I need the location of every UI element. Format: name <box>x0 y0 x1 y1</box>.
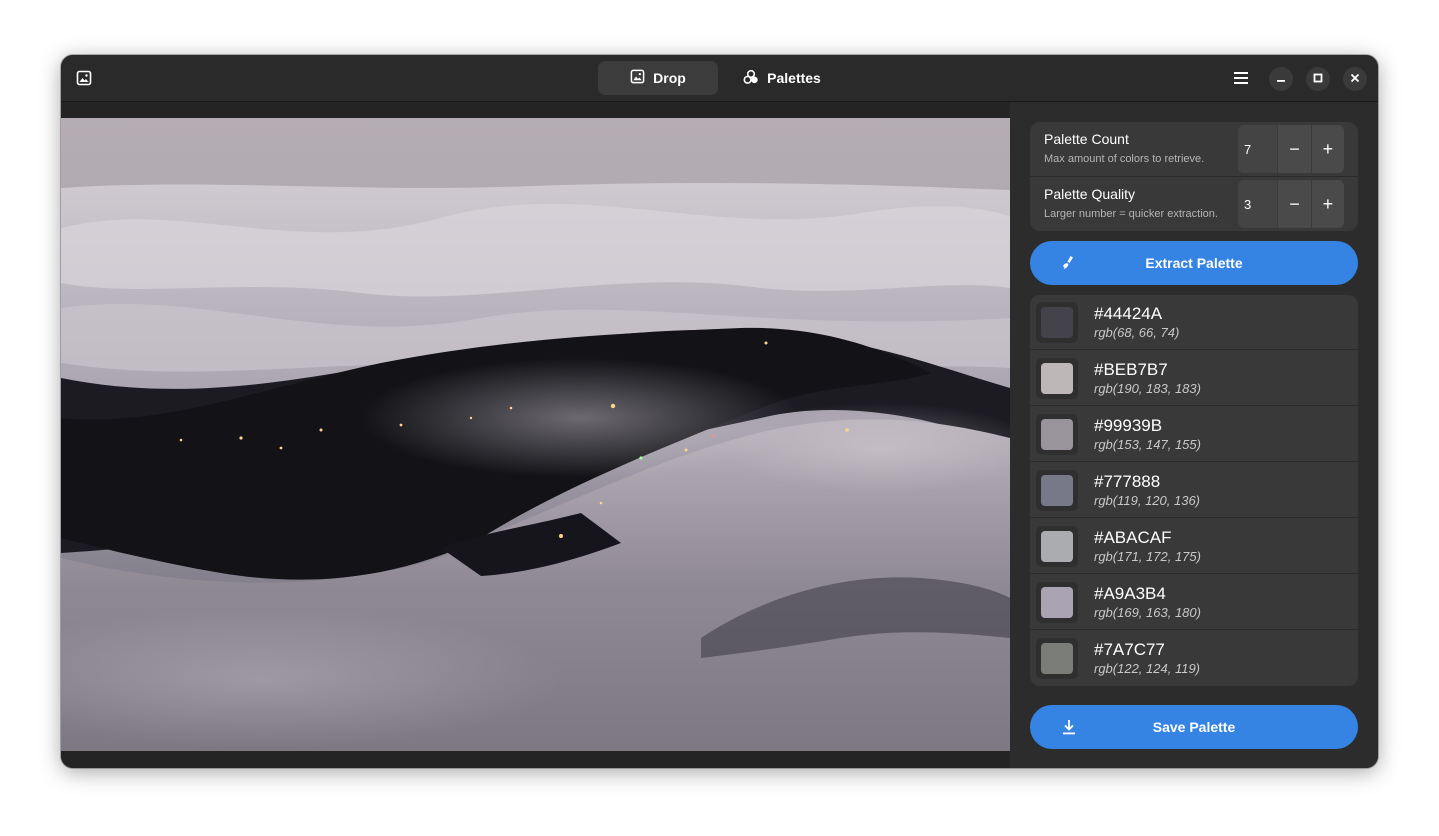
tab-drop[interactable]: Drop <box>598 61 718 95</box>
fog-landscape-image <box>61 118 1010 751</box>
palette-sidebar: Palette Count Max amount of colors to re… <box>1010 102 1378 768</box>
extract-palette-button[interactable]: Extract Palette <box>1030 241 1358 285</box>
color-row[interactable]: #99939B rgb(153, 147, 155) <box>1030 407 1358 462</box>
palette-quality-decrease-button[interactable]: − <box>1277 180 1311 228</box>
color-hex: #ABACAF <box>1094 528 1172 547</box>
color-swatch <box>1041 363 1073 394</box>
tab-drop-label: Drop <box>653 70 686 86</box>
color-list: #44424A rgb(68, 66, 74) #BEB7B7 rgb(190,… <box>1030 295 1358 686</box>
color-row[interactable]: #A9A3B4 rgb(169, 163, 180) <box>1030 575 1358 630</box>
palette-count-input[interactable]: 7 <box>1238 125 1278 173</box>
swatch-frame <box>1036 302 1078 343</box>
main-content: Palette Count Max amount of colors to re… <box>61 102 1378 768</box>
swatch-frame <box>1036 526 1078 567</box>
palette-count-spinner: 7 − + <box>1238 125 1344 173</box>
swatch-frame <box>1036 582 1078 623</box>
color-hex: #44424A <box>1094 304 1163 323</box>
color-hex: #BEB7B7 <box>1094 360 1168 379</box>
palette-count-title: Palette Count <box>1044 131 1129 147</box>
palette-icon <box>743 69 759 88</box>
palette-quality-subtitle: Larger number = quicker extraction. <box>1044 208 1218 220</box>
color-row[interactable]: #777888 rgb(119, 120, 136) <box>1030 463 1358 518</box>
palette-count-increase-button[interactable]: + <box>1310 125 1344 173</box>
color-rgb: rgb(122, 124, 119) <box>1094 661 1200 676</box>
color-hex: #A9A3B4 <box>1094 584 1166 603</box>
color-rgb: rgb(169, 163, 180) <box>1094 605 1201 620</box>
palette-count-row: Palette Count Max amount of colors to re… <box>1030 122 1358 177</box>
color-row[interactable]: #ABACAF rgb(171, 172, 175) <box>1030 519 1358 574</box>
extract-palette-label: Extract Palette <box>1145 255 1243 271</box>
minus-icon: − <box>1289 138 1300 159</box>
save-palette-label: Save Palette <box>1152 719 1236 735</box>
swatch-frame <box>1036 638 1078 679</box>
plus-icon: + <box>1322 138 1334 159</box>
color-rgb: rgb(119, 120, 136) <box>1094 493 1200 508</box>
minimize-button[interactable] <box>1269 67 1293 91</box>
app-window: Drop Palettes Palette Count Max amount o… <box>61 55 1378 768</box>
swatch-frame <box>1036 470 1078 511</box>
palette-count-decrease-button[interactable]: − <box>1277 125 1311 173</box>
brush-icon <box>1060 254 1078 272</box>
maximize-button[interactable] <box>1306 67 1330 91</box>
tab-palettes-label: Palettes <box>767 70 821 86</box>
color-swatch <box>1041 307 1073 338</box>
image-icon[interactable] <box>69 63 99 93</box>
minus-icon: − <box>1289 193 1300 214</box>
color-hex: #777888 <box>1094 472 1161 491</box>
color-rgb: rgb(153, 147, 155) <box>1094 437 1201 452</box>
tab-palettes[interactable]: Palettes <box>722 61 842 95</box>
color-row[interactable]: #BEB7B7 rgb(190, 183, 183) <box>1030 351 1358 406</box>
color-swatch <box>1041 531 1073 562</box>
plus-icon: + <box>1322 193 1334 214</box>
color-row[interactable]: #7A7C77 rgb(122, 124, 119) <box>1030 631 1358 686</box>
color-rgb: rgb(68, 66, 74) <box>1094 325 1180 340</box>
swatch-frame <box>1036 358 1078 399</box>
color-swatch <box>1041 419 1073 450</box>
hamburger-icon[interactable] <box>1226 63 1256 93</box>
maximize-icon <box>1313 70 1323 88</box>
color-swatch <box>1041 475 1073 506</box>
palette-quality-increase-button[interactable]: + <box>1310 180 1344 228</box>
image-icon <box>630 69 645 87</box>
color-rgb: rgb(171, 172, 175) <box>1094 549 1201 564</box>
palette-quality-row: Palette Quality Larger number = quicker … <box>1030 177 1358 231</box>
color-hex: #7A7C77 <box>1094 640 1165 659</box>
palette-quality-input[interactable]: 3 <box>1238 180 1278 228</box>
save-palette-button[interactable]: Save Palette <box>1030 705 1358 749</box>
color-row[interactable]: #44424A rgb(68, 66, 74) <box>1030 295 1358 350</box>
swatch-frame <box>1036 414 1078 455</box>
color-swatch <box>1041 587 1073 618</box>
color-rgb: rgb(190, 183, 183) <box>1094 381 1201 396</box>
image-drop-area[interactable] <box>61 102 1010 768</box>
palette-quality-title: Palette Quality <box>1044 186 1136 202</box>
settings-group: Palette Count Max amount of colors to re… <box>1030 122 1358 231</box>
color-swatch <box>1041 643 1073 674</box>
color-hex: #99939B <box>1094 416 1163 435</box>
view-switcher: Drop Palettes <box>598 61 842 95</box>
minimize-icon <box>1276 70 1286 88</box>
palette-quality-spinner: 3 − + <box>1238 180 1344 228</box>
close-button[interactable] <box>1343 67 1367 91</box>
close-icon <box>1350 70 1360 88</box>
download-icon <box>1060 718 1078 736</box>
header-bar: Drop Palettes <box>61 55 1378 102</box>
palette-count-subtitle: Max amount of colors to retrieve. <box>1044 153 1205 165</box>
